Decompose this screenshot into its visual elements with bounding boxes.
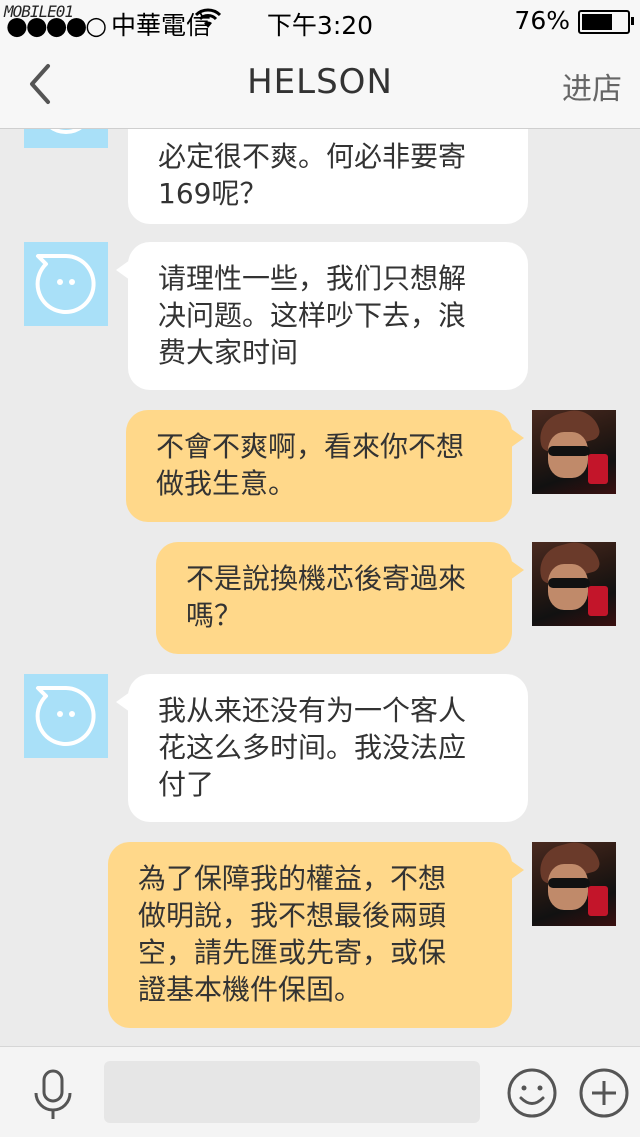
message-line: 證基本機件保固。	[138, 973, 363, 1006]
message-line: 必定很不爽。何必非要寄	[158, 140, 467, 173]
message-line: 决问题。这样吵下去，浪	[158, 299, 467, 332]
message-line: 做明說，我不想最後兩頭	[138, 899, 447, 932]
message-bubble-incoming[interactable]: 请理性一些，我们只想解 决问题。这样吵下去，浪 费大家时间	[116, 242, 528, 390]
message-line: 空，請先匯或先寄，或保	[138, 936, 447, 969]
message-line: 不會不爽啊，看來你不想	[156, 430, 465, 463]
message-line: 付了	[158, 768, 215, 801]
battery-icon	[578, 10, 634, 34]
message-bubble-incoming[interactable]: 我从来还没有为一个客人 花这么多时间。我没法应 付了	[116, 674, 528, 822]
bot-avatar[interactable]	[24, 674, 108, 758]
status-bar: MOBILE01 ●●●●○ 中華電信 下午3:20 76%	[0, 0, 640, 40]
bot-avatar[interactable]	[24, 128, 108, 148]
plus-icon[interactable]	[578, 1067, 630, 1119]
user-avatar[interactable]	[532, 842, 616, 926]
input-bar	[0, 1046, 640, 1137]
message-bubble-incoming[interactable]: 必定很不爽。何必非要寄 169呢？	[128, 128, 528, 224]
message-line: 為了保障我的權益，不想	[138, 862, 447, 895]
message-line: 花这么多时间。我没法应	[158, 731, 467, 764]
message-line: 不是說換機芯後寄過來	[186, 562, 467, 595]
user-avatar[interactable]	[532, 542, 616, 626]
message-line: 我从来还没有为一个客人	[158, 694, 467, 727]
message-line: 做我生意。	[156, 467, 297, 500]
chat-title: HELSON	[247, 62, 393, 102]
microphone-icon[interactable]	[28, 1067, 78, 1123]
message-line: 费大家时间	[158, 336, 299, 369]
emoji-icon[interactable]	[506, 1067, 558, 1119]
battery-fill	[582, 14, 613, 30]
message-line: 169呢？	[158, 177, 268, 210]
message-line: 请理性一些，我们只想解	[158, 262, 467, 295]
enter-store-button[interactable]: 进店	[562, 64, 622, 108]
battery-percent: 76%	[514, 6, 570, 35]
message-line: 嗎？	[186, 599, 243, 632]
navigation-bar: HELSON 进店	[0, 40, 640, 129]
message-bubble-outgoing[interactable]: 不會不爽啊，看來你不想 做我生意。	[126, 410, 524, 522]
message-bubble-outgoing[interactable]: 為了保障我的權益，不想 做明說，我不想最後兩頭 空，請先匯或先寄，或保 證基本機…	[108, 842, 524, 1028]
bot-avatar[interactable]	[24, 242, 108, 326]
user-avatar[interactable]	[532, 410, 616, 494]
message-input[interactable]	[104, 1061, 480, 1123]
message-bubble-outgoing[interactable]: 不是說換機芯後寄過來 嗎？	[156, 542, 524, 654]
chat-thread[interactable]: 必定很不爽。何必非要寄 169呢？ 请理性一些，我们只想解 决问题。这样吵下去，…	[0, 128, 640, 1046]
